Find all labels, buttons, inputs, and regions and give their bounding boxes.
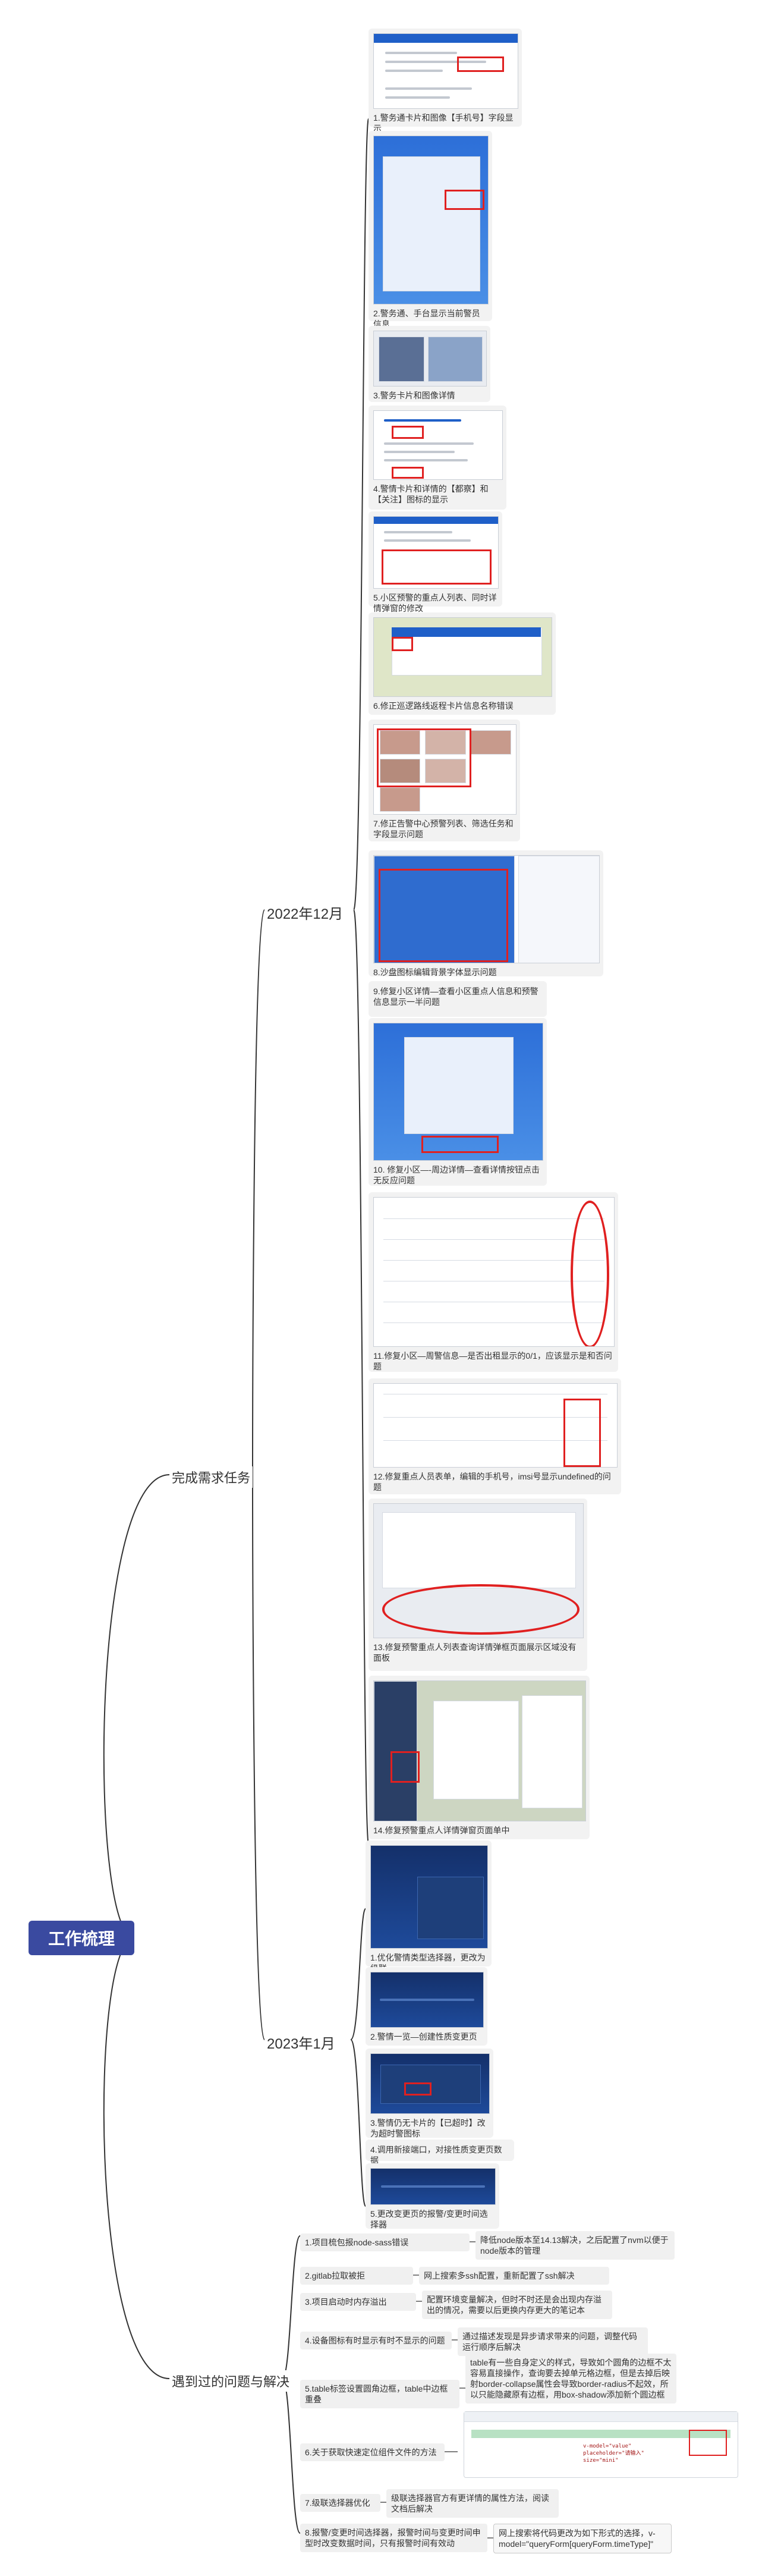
task-card-dec-8[interactable]: 8.沙盘图标编辑背景字体显示问题 (369, 850, 603, 977)
task-caption: 14.修复预警重点人详情弹窗页面单中 (373, 1826, 510, 1835)
issue-a7: 级联选择器官方有更详情的属性方法，阅读文档后解决 (386, 2489, 559, 2518)
screenshot-alert-detail (373, 410, 503, 480)
task-caption: 6.修正巡逻路线返程卡片信息名称错误 (373, 701, 514, 711)
issue-a8: 网上搜索将代码更改为如下形式的选择，v-model="queryForm[que… (493, 2524, 672, 2553)
task-card-dec-12[interactable]: 12.修复重点人员表单，编辑的手机号，imsi号显示undefined的问题 (369, 1378, 621, 1494)
task-card-dec-11[interactable]: 11.修复小区—周警信息—是否出租显示的0/1，应该显示是和否问题 (369, 1192, 618, 1372)
issue-q2[interactable]: 2.gitlab拉取被拒 (300, 2267, 413, 2285)
screenshot-rental-table (373, 1197, 615, 1347)
screenshot-community-detail (373, 1023, 543, 1161)
task-card-dec-7[interactable]: 7.修正告警中心预警列表、筛选任务和字段显示问题 (369, 720, 520, 841)
task-caption: 13.修复预警重点人列表查询详情弹框页面展示区域没有面板 (373, 1642, 577, 1663)
root-topic[interactable]: 工作梳理 (29, 1921, 134, 1955)
screenshot-person-list (373, 1503, 584, 1638)
issue-a3: 配置环境变量解决，但时不时还是会出现内存溢出的情况，需要以后更换内存更大的笔记本 (422, 2291, 612, 2319)
issue-q3[interactable]: 3.项目启动时内存溢出 (300, 2293, 416, 2311)
screenshot-device-panel (373, 136, 489, 304)
task-card-dec-2[interactable]: 2.警务通、手台显示当前警员信息 (369, 131, 492, 329)
screenshot-community-list (373, 516, 499, 589)
task-card-dec-6[interactable]: 6.修正巡逻路线返程卡片信息名称错误 (369, 612, 556, 715)
code-line-3: size="mini" (583, 2458, 619, 2464)
screenshot-warning-center (373, 724, 517, 815)
issue-a2: 网上搜索多ssh配置，重新配置了ssh解决 (419, 2267, 609, 2285)
task-caption: 2.警情一览—创建性质变更页 (370, 2032, 477, 2041)
month-january[interactable]: 2023年1月 (264, 2031, 338, 2054)
screenshot-time-picker (370, 2168, 496, 2205)
task-caption: 11.修复小区—周警信息—是否出租显示的0/1，应该显示是和否问题 (373, 1351, 612, 1371)
issue-q6[interactable]: 6.关于获取快速定位组件文件的方法 (300, 2443, 445, 2461)
screenshot-person-detail (373, 1680, 586, 1821)
screenshot-patrol-route (373, 617, 552, 697)
code-line-1: v-model="value" (583, 2443, 632, 2449)
issue-q4[interactable]: 4.设备图标有时显示有时不显示的问题 (300, 2332, 452, 2349)
branch-issues[interactable]: 遇到过的问题与解决 (169, 2370, 292, 2392)
issue-q1[interactable]: 1.项目梳包报node-sass错误 (300, 2233, 470, 2251)
screenshot-nature-change (370, 1972, 484, 2028)
task-card-dec-9[interactable]: 9.修复小区详情—查看小区重点人信息和预警信息显示一半问题 (369, 981, 547, 1017)
task-card-dec-14[interactable]: 14.修复预警重点人详情弹窗页面单中 (369, 1676, 590, 1839)
task-card-dec-5[interactable]: 5.小区预警的重点人列表、同时详情弹窗的修改 (369, 511, 502, 613)
screenshot-cascade-selector (370, 1845, 488, 1949)
task-caption: 12.修复重点人员表单，编辑的手机号，imsi号显示undefined的问题 (373, 1472, 611, 1492)
screenshot-timeout-icon (370, 2053, 490, 2114)
task-card-jan-4[interactable]: 4.调用新接端口，对接性质变更页数据 (366, 2140, 514, 2165)
screenshot-phone-card (373, 33, 518, 109)
screenshot-devtools-code: v-model="value" placeholder="请输入" size="… (464, 2411, 738, 2478)
screenshot-sandbox-icon (373, 855, 600, 963)
task-caption: 8.沙盘图标编辑背景字体显示问题 (373, 967, 497, 977)
task-caption: 5.更改变更页的报警/变更时间选择器 (370, 2209, 488, 2229)
task-card-dec-10[interactable]: 10. 修复小区—-周边详情—查看详情按钮点击无反应问题 (369, 1018, 547, 1186)
task-caption: 10. 修复小区—-周边详情—查看详情按钮点击无反应问题 (373, 1165, 540, 1185)
task-card-jan-3[interactable]: 3.警情仍无卡片的【已超时】改为超时警图标 (366, 2049, 493, 2138)
task-caption: 4.调用新接端口，对接性质变更页数据 (370, 2145, 502, 2165)
task-card-dec-1[interactable]: 1.警务通卡片和图像【手机号】字段显示 (369, 29, 522, 133)
task-card-jan-5[interactable]: 5.更改变更页的报警/变更时间选择器 (366, 2163, 499, 2229)
task-card-dec-13[interactable]: 13.修复预警重点人列表查询详情弹框页面展示区域没有面板 (369, 1499, 587, 1671)
task-card-dec-4[interactable]: 4.警情卡片和详情的【都察】和【关注】图标的显示 (369, 406, 506, 510)
task-caption: 7.修正告警中心预警列表、筛选任务和字段显示问题 (373, 819, 514, 839)
code-line-2: placeholder="请输入" (583, 2451, 644, 2456)
task-caption: 4.警情卡片和详情的【都察】和【关注】图标的显示 (373, 484, 489, 504)
screenshot-person-form (373, 1383, 618, 1468)
issue-q5[interactable]: 5.table标签设置圆角边框，table中边框重叠 (300, 2380, 459, 2408)
task-card-jan-2[interactable]: 2.警情一览—创建性质变更页 (366, 1967, 487, 2046)
task-caption: 5.小区预警的重点人列表、同时详情弹窗的修改 (373, 593, 497, 613)
issue-q8[interactable]: 8.报警/变更时间选择器，报警时间与变更时间申型时改变数据时间，只有报警时间有效… (300, 2524, 487, 2552)
task-caption: 3.警务卡片和图像详情 (373, 391, 455, 400)
issue-a5: table有一些自身定义的样式，导致如个圆角的边框不太容易直接操作，查询要去掉单… (465, 2354, 676, 2404)
task-card-dec-3[interactable]: 3.警务卡片和图像详情 (369, 326, 490, 402)
branch-tasks[interactable]: 完成需求任务 (169, 1466, 253, 1488)
task-caption: 9.修复小区详情—查看小区重点人信息和预警信息显示一半问题 (373, 987, 538, 1007)
issue-a4: 通过描述发现是异步请求带来的问题，调整代码运行顺序后解决 (458, 2327, 648, 2356)
issue-q7[interactable]: 7.级联选择器优化 (300, 2494, 380, 2512)
issue-a1: 降低node版本至14.13解决，之后配置了nvm以便于node版本的管理 (475, 2231, 675, 2260)
task-caption: 3.警情仍无卡片的【已超时】改为超时警图标 (370, 2118, 486, 2138)
task-card-jan-1[interactable]: 1.优化警情类型选择器，更改为级联 (366, 1840, 492, 1973)
month-december[interactable]: 2022年12月 (264, 901, 346, 924)
screenshot-police-card (373, 331, 487, 387)
